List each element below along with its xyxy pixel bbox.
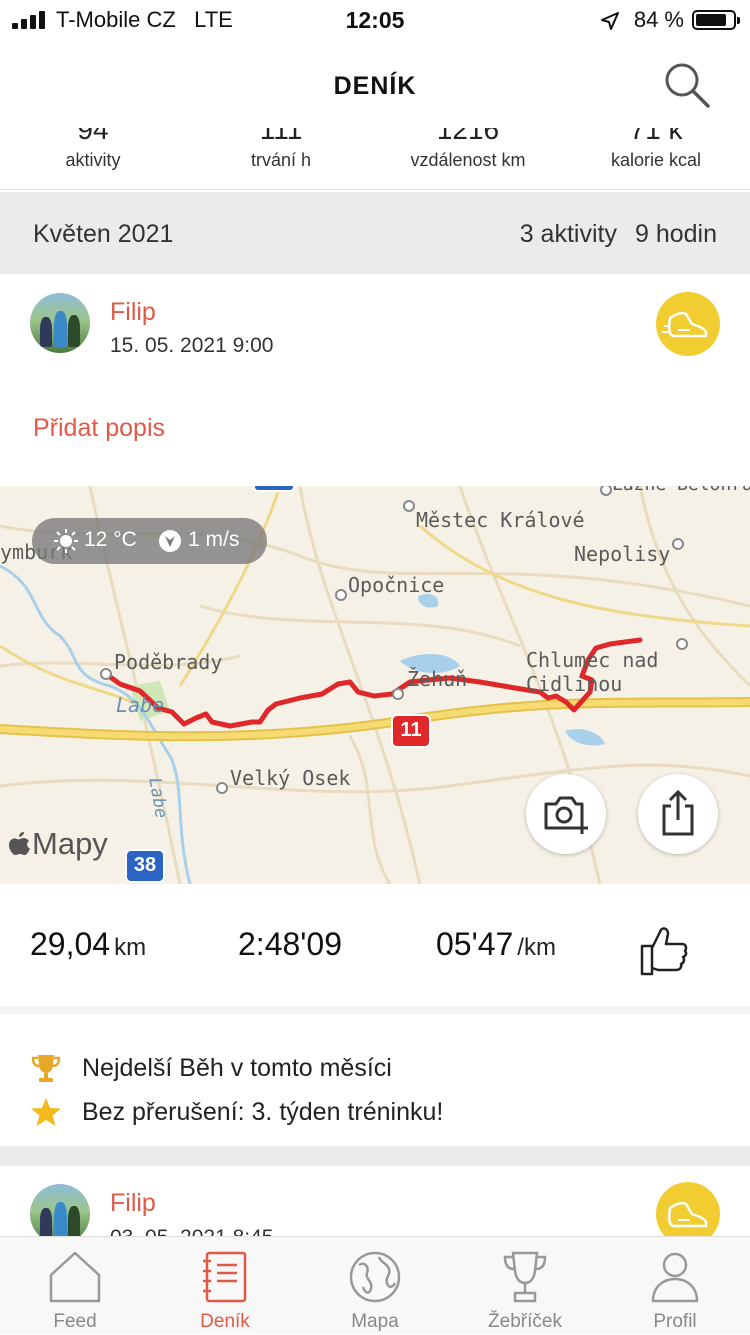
map-label-labe: Labe — [116, 693, 165, 717]
activity-datetime: 15. 05. 2021 9:00 — [110, 334, 274, 357]
map-label-velky-osek: Velký Osek — [230, 766, 351, 790]
share-icon — [662, 790, 694, 836]
globe-icon — [349, 1251, 401, 1303]
activity-user[interactable]: Filip — [110, 298, 156, 327]
add-photo-button[interactable] — [526, 774, 606, 854]
map-label-chlumec: Chlumec nad Cidlinou — [526, 648, 659, 696]
tab-mapa[interactable]: Mapa — [300, 1237, 450, 1335]
page-title: DENÍK — [333, 72, 417, 100]
tab-label: Profil — [653, 1311, 697, 1332]
battery-icon — [692, 10, 740, 30]
nav-bar: DENÍK — [0, 40, 750, 120]
stat-activities: 94 aktivity — [65, 114, 121, 170]
achievements: Nejdelší Běh v tomto měsíci Bez přerušen… — [0, 1006, 750, 1146]
avatar[interactable] — [30, 1184, 90, 1244]
tab-label: Feed — [53, 1311, 97, 1332]
route-map[interactable]: ymburk Městec Králové Nepolisy Opočnice … — [0, 486, 750, 884]
map-label-zehun: Žehuň — [407, 667, 468, 691]
road-shield-38: 38 — [125, 849, 165, 883]
month-activities: 3 aktivity — [519, 220, 617, 248]
weather-temperature: 12 °C — [84, 528, 137, 551]
activity-user[interactable]: Filip — [110, 1189, 156, 1218]
tab-label: Deník — [200, 1311, 250, 1332]
tab-label: Žebříček — [488, 1311, 562, 1332]
person-icon — [651, 1252, 699, 1303]
metric-duration: 2:48'09 — [238, 926, 342, 962]
section-separator — [0, 1146, 750, 1166]
tab-profil[interactable]: Profil — [600, 1237, 750, 1335]
map-label-lazne: Lázně Bělohrad — [612, 486, 750, 495]
apple-icon — [9, 832, 30, 855]
map-label-mestec: Městec Králové — [416, 508, 585, 532]
month-name: Květen 2021 — [33, 220, 174, 248]
map-label-opocnice: Opočnice — [348, 573, 445, 597]
road-shield-top — [253, 486, 295, 492]
summary-stats: 94 aktivity 111 trvání h 1216 vzdálenost km… — [0, 110, 750, 190]
tab-denik[interactable]: Deník — [150, 1237, 300, 1335]
weather-wind: 1 m/s — [188, 528, 240, 551]
map-label-podebrady: Poděbrady — [114, 650, 223, 674]
search-icon[interactable] — [660, 58, 716, 114]
tab-feed[interactable]: Feed — [0, 1237, 150, 1335]
sun-icon — [54, 529, 78, 553]
status-bar: T-Mobile CZ LTE 12:05 84 % — [0, 0, 750, 40]
location-arrow-icon — [601, 12, 619, 30]
weather-pill: 12 °C 1 m/s — [32, 518, 267, 564]
achievement-text: Bez přerušení: 3. týden tréninku! — [82, 1098, 444, 1126]
map-label-nepolisy: Nepolisy — [574, 542, 671, 566]
mapy-logo: Mapy — [8, 826, 108, 862]
share-button[interactable] — [638, 774, 718, 854]
wind-direction-icon — [159, 530, 181, 552]
home-icon — [49, 1251, 101, 1303]
trophy-icon — [503, 1251, 547, 1303]
month-summary: 3 aktivity 9 hodin — [502, 220, 717, 249]
thumbs-up-icon[interactable] — [640, 924, 688, 976]
star-icon — [31, 1098, 61, 1126]
tab-bar: Feed Deník Mapa Žebříček Profil — [0, 1236, 750, 1334]
camera-add-icon — [544, 796, 588, 834]
month-header: Květen 2021 3 aktivity 9 hodin — [0, 192, 750, 274]
month-hours: 9 hodin — [634, 220, 717, 248]
tab-label: Mapa — [351, 1311, 399, 1332]
add-description-link[interactable]: Přidat popis — [33, 414, 165, 443]
trophy-icon — [31, 1055, 61, 1082]
road-shield-11: 11 — [391, 714, 431, 748]
stat-duration: 111 trvání h — [250, 114, 312, 170]
achievement-text: Nejdelší Běh v tomto měsíci — [82, 1054, 392, 1082]
metric-pace: 05'47/km — [436, 926, 556, 962]
battery-percent: 84 % — [633, 7, 684, 32]
tab-zebricek[interactable]: Žebříček — [450, 1237, 600, 1335]
stat-distance: 1216 vzdálenost km — [410, 114, 526, 170]
running-shoe-icon — [656, 292, 720, 356]
metric-distance: 29,04 km — [30, 926, 147, 962]
activity-metrics: 29,04 km 2:48'09 05'47/km — [0, 884, 750, 1006]
diary-icon — [203, 1251, 247, 1303]
avatar[interactable] — [30, 293, 90, 353]
stat-calories: 71 k kalorie kcal — [610, 114, 702, 170]
